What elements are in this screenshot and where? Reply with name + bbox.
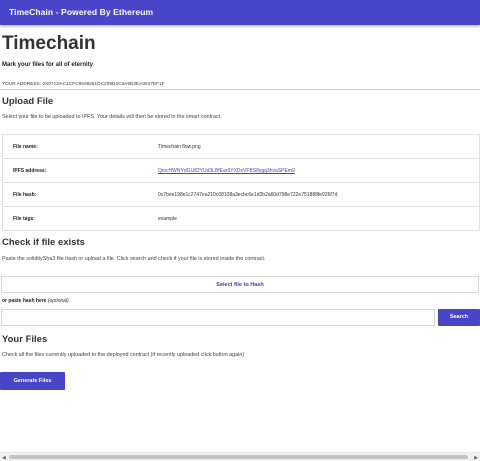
files-description: Check all the files currently uploaded t… (2, 352, 245, 358)
optional-hint: (optional) (47, 298, 69, 304)
scroll-right-icon[interactable]: ▶ (474, 455, 478, 461)
table-row: File hash: 0x7bee198e1c2747ea210c08108a3… (2, 183, 480, 207)
files-heading: Your Files (2, 334, 48, 345)
scroll-left-icon[interactable]: ◀ (2, 455, 6, 461)
wallet-address: YOUR ADDRESS: 0X07C0AC1CFC9509261DC209D4… (2, 81, 165, 86)
paste-hash-text: or paste hash here (2, 298, 47, 304)
row-label: File tags: (13, 216, 35, 222)
paste-hash-label: or paste hash here (optional) (2, 298, 69, 304)
file-tags-value: example (158, 216, 177, 222)
upload-heading: Upload File (2, 96, 54, 107)
app-title: TimeChain - Powered By Ethereum (9, 7, 154, 17)
row-label: File name: (13, 144, 38, 150)
table-row: IPFS address: QmcHWNYdGU82YUd3LBfEar6YXD… (2, 159, 480, 183)
select-file-label: Select file to Hash (216, 282, 264, 288)
check-description: Paste the soliditySha3 file hash or uplo… (2, 256, 266, 262)
file-hash-value: 0x7bee198e1c2747ea210c08108a3ecbc6e1d2b2… (158, 192, 338, 198)
upload-description: Select your file to be uploaded to IPFS.… (2, 114, 222, 120)
ipfs-address-link[interactable]: QmcHWNYdGU82YUd3LBfEar6YXDzVFBS8ygq3hvaS… (158, 168, 295, 174)
horizontal-scrollbar[interactable]: ◀ ▶ (0, 452, 480, 461)
divider (0, 89, 480, 90)
select-file-button[interactable]: Select file to Hash (1, 276, 479, 293)
generate-files-button[interactable]: Generate Files (0, 372, 65, 390)
table-row: File tags: example (2, 207, 480, 231)
app-bar: TimeChain - Powered By Ethereum (0, 0, 480, 25)
search-button[interactable]: Search (438, 309, 480, 326)
check-heading: Check if file exists (2, 237, 85, 248)
tagline: Mark your files for all of eternity (2, 62, 94, 68)
file-name-value: Timechain flow.png (158, 144, 201, 150)
page-title: Timechain (2, 33, 96, 54)
file-details-table: File name: Timechain flow.png IPFS addre… (2, 134, 480, 231)
scroll-thumb[interactable] (9, 455, 468, 459)
table-row: File name: Timechain flow.png (2, 135, 480, 159)
row-label: File hash: (13, 192, 37, 198)
hash-input[interactable] (1, 309, 435, 326)
row-label: IPFS address: (13, 168, 47, 174)
